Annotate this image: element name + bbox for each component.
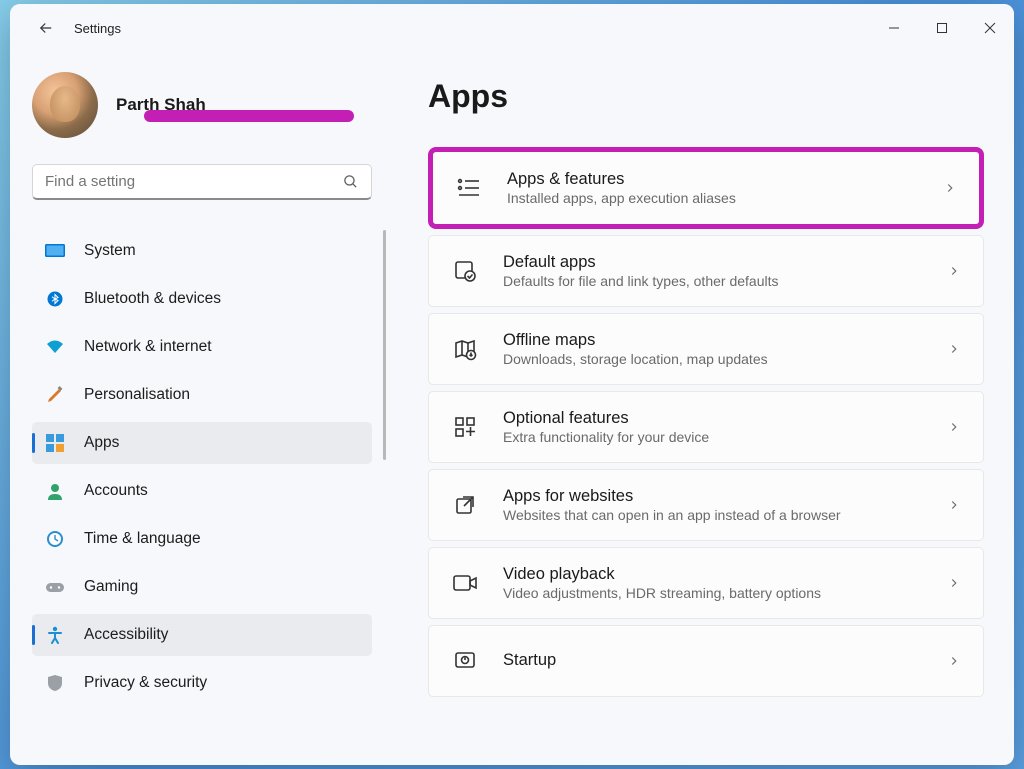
card-text: Apps for websites Websites that can open… <box>503 487 947 523</box>
maximize-icon <box>936 22 948 34</box>
back-button[interactable] <box>30 12 62 44</box>
sidebar-item-gaming[interactable]: Gaming <box>32 566 372 608</box>
sidebar-item-label: Accessibility <box>84 626 168 644</box>
nav-scrollbar[interactable] <box>383 230 386 460</box>
search-input[interactable] <box>45 173 342 190</box>
sidebar-item-label: Bluetooth & devices <box>84 290 221 308</box>
sidebar-item-label: Network & internet <box>84 338 212 356</box>
card-text: Video playback Video adjustments, HDR st… <box>503 565 947 601</box>
sidebar-item-time-language[interactable]: Time & language <box>32 518 372 560</box>
sidebar-item-system[interactable]: System <box>32 230 372 272</box>
main-panel: Apps Apps & features Installed apps, app… <box>388 52 1014 765</box>
optional-features-icon <box>451 413 479 441</box>
video-icon <box>451 569 479 597</box>
card-title: Optional features <box>503 409 947 428</box>
card-title: Startup <box>503 651 947 670</box>
close-button[interactable] <box>966 4 1014 52</box>
shield-icon <box>44 672 66 694</box>
card-title: Video playback <box>503 565 947 584</box>
chevron-right-icon <box>947 264 961 278</box>
sidebar-item-label: Privacy & security <box>84 674 207 692</box>
clock-globe-icon <box>44 528 66 550</box>
system-icon <box>44 240 66 262</box>
settings-window: Settings Parth Shah <box>10 4 1014 765</box>
nav-list: System Bluetooth & devices Network & int… <box>32 230 372 710</box>
chevron-right-icon <box>947 420 961 434</box>
maximize-button[interactable] <box>918 4 966 52</box>
card-subtitle: Installed apps, app execution aliases <box>507 190 943 206</box>
sidebar-item-accessibility[interactable]: Accessibility <box>32 614 372 656</box>
card-subtitle: Extra functionality for your device <box>503 429 947 445</box>
startup-icon <box>451 647 479 675</box>
sidebar-item-label: Personalisation <box>84 386 190 404</box>
gamepad-icon <box>44 576 66 598</box>
sidebar-item-personalisation[interactable]: Personalisation <box>32 374 372 416</box>
redaction-overlay <box>144 110 354 122</box>
search-box[interactable] <box>32 164 372 200</box>
titlebar: Settings <box>10 4 1014 52</box>
sidebar-item-label: Time & language <box>84 530 201 548</box>
card-subtitle: Video adjustments, HDR streaming, batter… <box>503 585 947 601</box>
chevron-right-icon <box>947 498 961 512</box>
map-icon <box>451 335 479 363</box>
card-text: Apps & features Installed apps, app exec… <box>507 170 943 206</box>
card-title: Apps for websites <box>503 487 947 506</box>
content-area: Parth Shah System <box>10 52 1014 765</box>
card-apps-features[interactable]: Apps & features Installed apps, app exec… <box>428 147 984 229</box>
paintbrush-icon <box>44 384 66 406</box>
profile-section[interactable]: Parth Shah <box>32 66 378 144</box>
sidebar-item-network[interactable]: Network & internet <box>32 326 372 368</box>
sidebar-item-bluetooth[interactable]: Bluetooth & devices <box>32 278 372 320</box>
close-icon <box>984 22 996 34</box>
chevron-right-icon <box>943 181 957 195</box>
minimize-icon <box>888 22 900 34</box>
window-title: Settings <box>74 21 121 36</box>
minimize-button[interactable] <box>870 4 918 52</box>
chevron-right-icon <box>947 576 961 590</box>
chevron-right-icon <box>947 654 961 668</box>
apps-icon <box>44 432 66 454</box>
card-text: Startup <box>503 651 947 671</box>
sidebar-item-label: Apps <box>84 434 119 452</box>
bluetooth-icon <box>44 288 66 310</box>
sidebar-item-accounts[interactable]: Accounts <box>32 470 372 512</box>
sidebar-item-label: Accounts <box>84 482 148 500</box>
search-icon <box>342 173 359 190</box>
card-text: Default apps Defaults for file and link … <box>503 253 947 289</box>
card-default-apps[interactable]: Default apps Defaults for file and link … <box>428 235 984 307</box>
card-subtitle: Defaults for file and link types, other … <box>503 273 947 289</box>
card-subtitle: Websites that can open in an app instead… <box>503 507 947 523</box>
card-optional-features[interactable]: Optional features Extra functionality fo… <box>428 391 984 463</box>
card-video-playback[interactable]: Video playback Video adjustments, HDR st… <box>428 547 984 619</box>
avatar <box>32 72 98 138</box>
card-apps-for-websites[interactable]: Apps for websites Websites that can open… <box>428 469 984 541</box>
card-subtitle: Downloads, storage location, map updates <box>503 351 947 367</box>
chevron-right-icon <box>947 342 961 356</box>
window-controls <box>870 4 1014 52</box>
sidebar-item-apps[interactable]: Apps <box>32 422 372 464</box>
page-title: Apps <box>428 78 984 115</box>
card-title: Offline maps <box>503 331 947 350</box>
wifi-icon <box>44 336 66 358</box>
arrow-left-icon <box>37 19 55 37</box>
sidebar-item-privacy[interactable]: Privacy & security <box>32 662 372 704</box>
sidebar-item-label: System <box>84 242 136 260</box>
list-icon <box>455 174 483 202</box>
card-title: Default apps <box>503 253 947 272</box>
card-offline-maps[interactable]: Offline maps Downloads, storage location… <box>428 313 984 385</box>
person-icon <box>44 480 66 502</box>
sidebar-item-label: Gaming <box>84 578 138 596</box>
card-startup[interactable]: Startup <box>428 625 984 697</box>
card-text: Optional features Extra functionality fo… <box>503 409 947 445</box>
card-title: Apps & features <box>507 170 943 189</box>
sidebar: Parth Shah System <box>10 52 388 765</box>
open-external-icon <box>451 491 479 519</box>
default-apps-icon <box>451 257 479 285</box>
card-text: Offline maps Downloads, storage location… <box>503 331 947 367</box>
accessibility-icon <box>44 624 66 646</box>
